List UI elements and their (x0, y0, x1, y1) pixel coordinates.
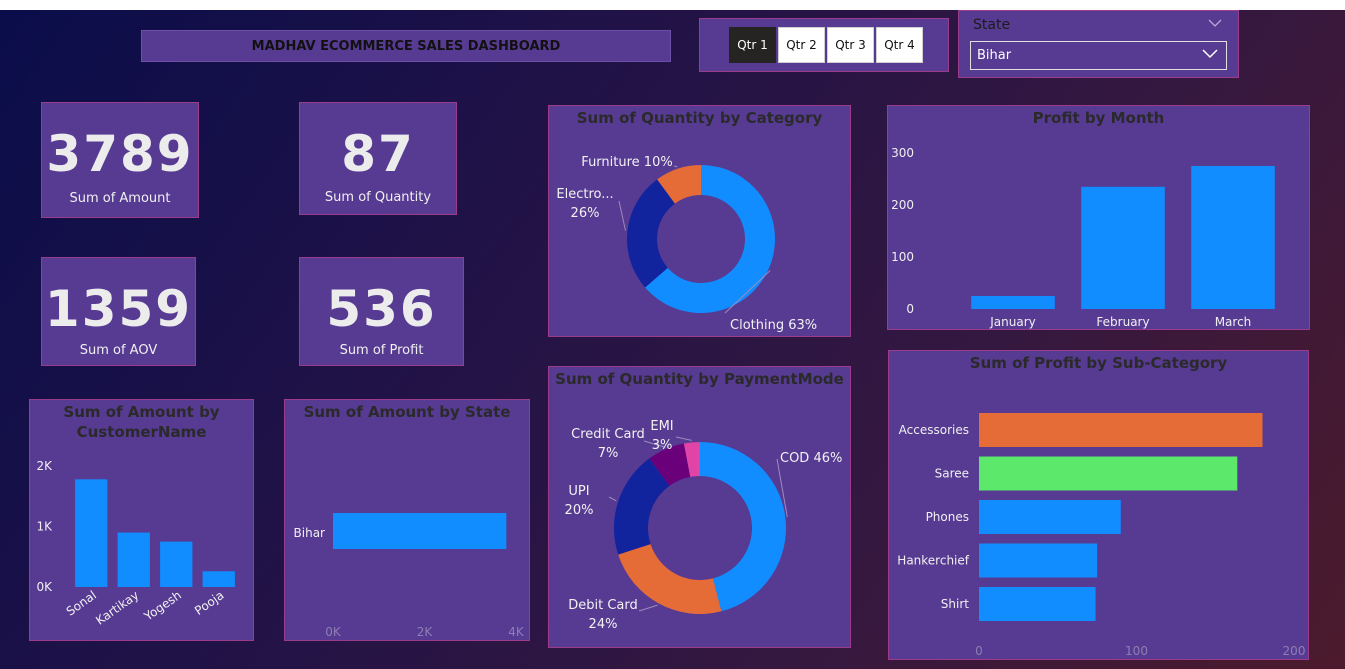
slice-label: 26% (571, 206, 600, 221)
slice-label: Credit Card (571, 427, 645, 442)
kpi-profit-value: 536 (326, 280, 437, 338)
slice-label: Electro... (556, 187, 613, 202)
kpi-amount-label: Sum of Amount (69, 191, 171, 206)
kpi-aov-value: 1359 (44, 280, 193, 338)
bar-accessories (979, 413, 1263, 447)
bar-saree (979, 456, 1238, 491)
kpi-card-profit: 536 Sum of Profit (299, 257, 464, 366)
quarter-button-1[interactable]: Qtr 1 (729, 27, 776, 63)
kpi-amount-value: 3789 (46, 125, 194, 183)
chart-qty-by-payment[interactable]: Sum of Quantity by PaymentMode COD 46% De… (548, 366, 851, 648)
kpi-profit-label: Sum of Profit (339, 343, 424, 358)
kpi-card-quantity: 87 Sum of Quantity (299, 102, 457, 215)
bar-chart: Bihar 0K 2K 4K (294, 513, 525, 639)
dashboard-title: MADHAV ECOMMERCE SALES DASHBOARD (141, 30, 671, 62)
slice-label: 20% (565, 503, 594, 518)
kpi-aov-label: Sum of AOV (79, 343, 158, 358)
bar-hankerchief (979, 543, 1098, 578)
y-tick-label: 100 (891, 250, 914, 264)
slice-label: EMI (650, 419, 673, 434)
leader-line (673, 165, 678, 168)
bar-pooja (202, 571, 235, 587)
bar-kartikay (117, 532, 150, 587)
bar-phones (979, 500, 1121, 534)
x-tick-label: 0K (325, 625, 342, 639)
bar-yogesh (160, 541, 193, 587)
y-tick-label: Saree (935, 467, 969, 481)
y-tick-label: 200 (891, 198, 914, 212)
slice-label: Furniture 10% (581, 155, 672, 170)
chevron-down-icon (1202, 47, 1218, 63)
y-tick-label: 0 (906, 302, 914, 316)
y-tick-label: Bihar (294, 526, 326, 540)
dashboard-canvas: MADHAV ECOMMERCE SALES DASHBOARD Qtr 1 Q… (0, 10, 1345, 669)
y-tick-label: 300 (891, 146, 914, 160)
x-tick-label: Yogesh (141, 588, 184, 624)
dashboard-title-text: MADHAV ECOMMERCE SALES DASHBOARD (251, 38, 561, 54)
leader-line (608, 496, 617, 502)
state-dropdown-value: Bihar (977, 48, 1012, 63)
state-slicer: State Bihar (958, 10, 1239, 78)
column-chart: 0K 1K 2K SonalKartikay Yogesh Pooja (36, 459, 235, 628)
slice-label: Debit Card (568, 598, 638, 613)
x-tick-label: 4K (508, 625, 525, 639)
bar-sonal (75, 479, 108, 587)
chart-amount-by-state[interactable]: Sum of Amount by State Bihar 0K 2K 4K (284, 399, 530, 641)
x-tick-label: Kartikay (93, 588, 141, 628)
y-tick-label: 2K (36, 459, 53, 473)
bar-chart: Accessories Saree Phones Hankerchief Shirt 0 1… (897, 413, 1306, 658)
slice-label: UPI (568, 484, 589, 499)
bar-march (1191, 166, 1275, 309)
y-tick-label: 1K (36, 520, 53, 534)
slice-label: Clothing 63% (730, 318, 817, 333)
y-tick-label: Hankerchief (897, 554, 969, 568)
bar-shirt (979, 587, 1096, 621)
chart-profit-by-month[interactable]: Profit by Month 0 100 200 300 January Februar… (887, 105, 1310, 330)
x-tick-label: Pooja (192, 588, 226, 618)
chart-qty-by-category[interactable]: Sum of Quantity by Category Clothing 63%… (548, 105, 851, 337)
x-tick-label: 0 (975, 644, 983, 658)
kpi-quantity-value: 87 (341, 125, 415, 183)
chart-profit-by-subcategory[interactable]: Sum of Profit by Sub-Category Accessorie… (888, 350, 1309, 660)
y-tick-label: Phones (926, 510, 969, 524)
quarter-button-2[interactable]: Qtr 2 (778, 27, 825, 63)
x-tick-label: February (1096, 315, 1149, 329)
bar-bihar (333, 513, 507, 549)
x-tick-label: March (1215, 315, 1252, 329)
kpi-quantity-label: Sum of Quantity (324, 190, 432, 205)
chart-amount-by-customer[interactable]: Sum of Amount by CustomerName 0K 1K 2K Sona… (29, 399, 254, 641)
donut-chart: Clothing 63% Electro... 26% Furniture 10% (556, 155, 817, 333)
slicer-collapse-icon[interactable] (1208, 17, 1222, 31)
y-tick-label: Accessories (899, 423, 969, 437)
state-slicer-label: State (973, 17, 1011, 33)
leader-line (638, 604, 658, 612)
column-chart: 0 100 200 300 January February March (891, 146, 1275, 329)
y-tick-label: Shirt (941, 597, 969, 611)
kpi-card-aov: 1359 Sum of AOV (41, 257, 196, 366)
x-tick-label: January (989, 315, 1036, 329)
x-tick-label: 2K (417, 625, 434, 639)
donut-chart: COD 46% Debit Card 24% UPI 20% Credit Card 7% E… (565, 419, 843, 632)
kpi-card-amount: 3789 Sum of Amount (41, 102, 199, 218)
state-dropdown[interactable]: Bihar (970, 41, 1227, 70)
leader-line (675, 436, 692, 441)
slice-label: COD 46% (780, 451, 842, 466)
slice-label: 24% (589, 617, 618, 632)
slice-label: 7% (598, 446, 619, 461)
slice-label: 3% (652, 438, 673, 453)
x-tick-label: 100 (1125, 644, 1148, 658)
bar-february (1081, 186, 1165, 309)
x-tick-label: Sonal (64, 588, 99, 619)
quarter-slicer: Qtr 1 Qtr 2 Qtr 3 Qtr 4 (699, 18, 949, 72)
quarter-button-3[interactable]: Qtr 3 (827, 27, 874, 63)
bar-january (971, 296, 1055, 309)
x-tick-label: 200 (1283, 644, 1306, 658)
quarter-button-4[interactable]: Qtr 4 (876, 27, 923, 63)
leader-line (618, 200, 626, 231)
y-tick-label: 0K (36, 580, 53, 594)
